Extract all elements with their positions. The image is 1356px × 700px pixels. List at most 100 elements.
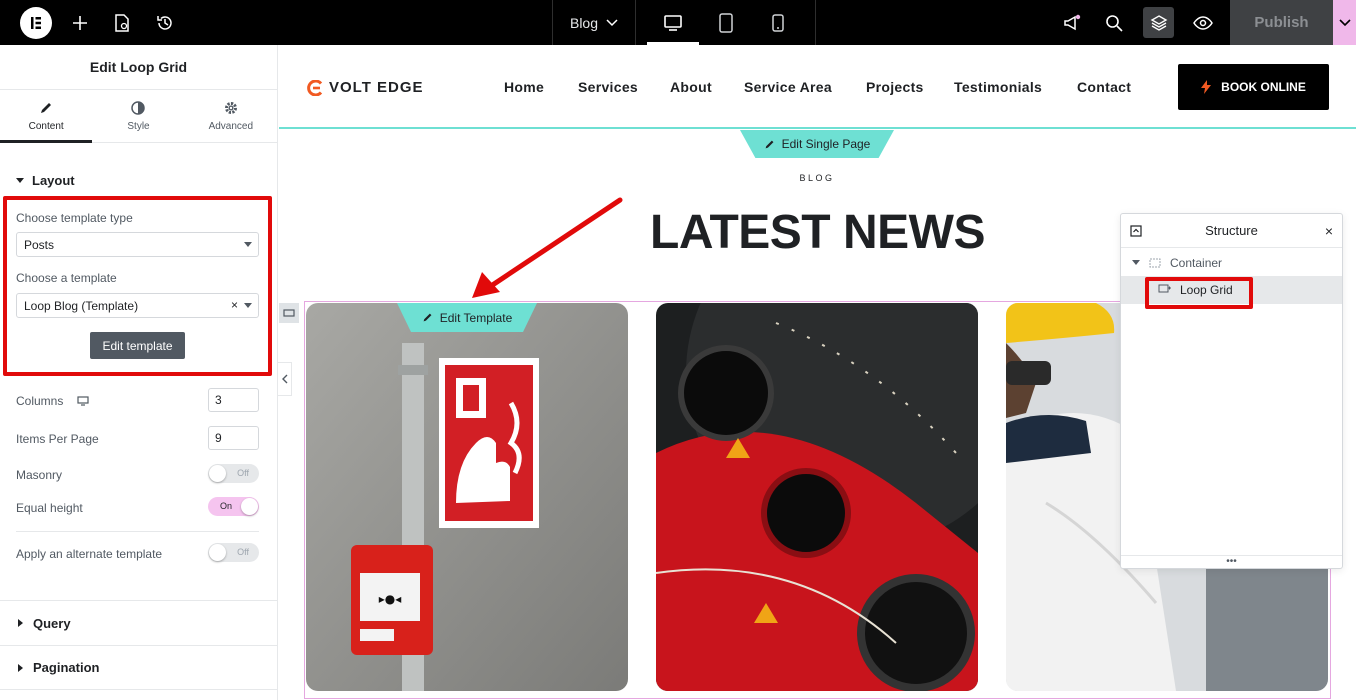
structure-title: Structure — [1205, 223, 1258, 238]
equal-height-toggle[interactable]: On — [208, 497, 259, 516]
items-per-page-label: Items Per Page — [16, 432, 99, 446]
query-heading: Query — [33, 615, 71, 631]
divider — [16, 531, 259, 532]
nav-service-area[interactable]: Service Area — [744, 79, 832, 95]
columns-label: Columns — [16, 394, 64, 408]
site-logo[interactable]: VOLT EDGE — [307, 79, 424, 96]
tab-style[interactable]: Style — [92, 90, 184, 142]
columns-input[interactable]: 3 — [208, 388, 259, 412]
caret-down-icon — [16, 177, 24, 183]
masonry-label: Masonry — [16, 468, 63, 482]
equal-height-state: On — [220, 501, 233, 511]
nav-services[interactable]: Services — [578, 79, 638, 95]
site-header: VOLT EDGE Home Services About Service Ar… — [279, 45, 1356, 129]
nav-projects[interactable]: Projects — [866, 79, 924, 95]
pencil-icon — [765, 140, 774, 148]
items-per-page-input[interactable]: 9 — [208, 426, 259, 450]
layout-heading: Layout — [32, 173, 75, 188]
dock-panel-icon[interactable] — [1130, 225, 1142, 237]
mobile-device-icon[interactable] — [762, 0, 794, 45]
svg-text:▸●◂: ▸●◂ — [379, 592, 402, 606]
nav-home[interactable]: Home — [504, 79, 544, 95]
alternate-template-toggle[interactable]: Off — [208, 543, 259, 562]
tab-content[interactable]: Content — [0, 90, 92, 142]
tab-style-label: Style — [127, 120, 150, 132]
structure-item-label: Container — [1170, 256, 1223, 270]
caret-right-icon — [18, 663, 23, 672]
page-settings-icon[interactable] — [108, 0, 136, 45]
elementor-logo-icon — [20, 6, 52, 39]
pencil-icon — [423, 313, 432, 322]
editor-topbar: Blog Publish — [0, 0, 1356, 45]
tab-advanced-label: Advanced — [208, 120, 254, 132]
publish-button[interactable]: Publish — [1230, 0, 1333, 45]
caret-right-icon — [18, 619, 23, 627]
page-selector-label: Blog — [569, 14, 599, 31]
edit-template-overlay-label: Edit Template — [439, 310, 513, 325]
panel-tabs: Content Style Advanced — [0, 90, 277, 143]
blog-kicker: BLOG — [799, 173, 835, 183]
structure-panel: Structure × Container Loop Grid ••• — [1120, 213, 1343, 569]
preview-eye-icon[interactable] — [1189, 0, 1217, 45]
gear-icon — [224, 101, 237, 114]
container-icon — [1149, 258, 1161, 268]
nav-testimonials[interactable]: Testimonials — [954, 79, 1042, 95]
toggle-knob — [241, 498, 258, 515]
alternate-template-state: Off — [237, 547, 249, 557]
nav-contact[interactable]: Contact — [1077, 79, 1131, 95]
pagination-heading: Pagination — [33, 660, 100, 675]
publish-options-button[interactable] — [1333, 0, 1356, 45]
masonry-state: Off — [237, 468, 249, 478]
elementor-logo-button[interactable] — [18, 0, 54, 45]
lightning-bolt-icon — [1201, 80, 1212, 94]
book-online-button[interactable]: BOOK ONLINE — [1178, 64, 1329, 110]
tablet-device-icon[interactable] — [710, 0, 742, 45]
tab-content-label: Content — [28, 120, 64, 132]
add-element-icon[interactable] — [66, 0, 94, 45]
collapse-panel-button[interactable] — [278, 362, 292, 396]
masonry-toggle[interactable]: Off — [208, 464, 259, 483]
history-icon[interactable] — [151, 0, 179, 45]
chevron-down-icon — [1338, 18, 1351, 26]
pencil-icon — [41, 102, 52, 113]
edit-template-overlay-button[interactable]: Edit Template — [397, 303, 537, 332]
search-icon[interactable] — [1100, 0, 1128, 45]
notifications-megaphone-icon[interactable] — [1058, 0, 1086, 45]
highlight-annotation-box — [1145, 277, 1253, 309]
page-selector[interactable]: Blog — [553, 0, 635, 45]
structure-item-container[interactable]: Container — [1121, 249, 1342, 277]
loop-grid-handle-icon[interactable] — [279, 303, 299, 323]
edit-single-page-button[interactable]: Edit Single Page — [740, 130, 894, 158]
layout-section-toggle[interactable]: Layout — [16, 173, 75, 188]
post-card-image-fire-alarm[interactable]: ▸●◂ — [306, 303, 628, 691]
highlight-annotation-box — [3, 196, 272, 376]
half-circle-icon — [131, 100, 146, 115]
desktop-device-icon[interactable] — [647, 0, 699, 45]
active-tab-indicator — [0, 140, 92, 143]
resize-handle[interactable]: ••• — [1121, 555, 1342, 568]
book-online-label: BOOK ONLINE — [1221, 80, 1306, 94]
toggle-knob — [209, 544, 226, 561]
latest-news-heading: LATEST NEWS — [650, 206, 985, 259]
tab-advanced[interactable]: Advanced — [185, 90, 277, 142]
edit-single-page-label: Edit Single Page — [781, 137, 871, 151]
volt-edge-logo-icon — [307, 79, 323, 96]
chevron-down-icon — [606, 18, 618, 26]
brand-name: VOLT EDGE — [329, 79, 424, 96]
annotation-arrow — [472, 197, 623, 298]
chevron-left-icon — [281, 374, 287, 384]
columns-label-row: Columns — [16, 394, 89, 408]
toggle-knob — [209, 465, 226, 482]
structure-layers-icon[interactable] — [1143, 7, 1174, 38]
desktop-responsive-icon[interactable] — [77, 396, 89, 406]
alternate-template-label: Apply an alternate template — [16, 547, 163, 561]
equal-height-label: Equal height — [16, 501, 83, 515]
caret-down-icon[interactable] — [1132, 260, 1140, 266]
query-section-toggle[interactable]: Query — [0, 600, 277, 645]
nav-about[interactable]: About — [670, 79, 712, 95]
post-card-image-multimeter[interactable] — [656, 303, 978, 691]
panel-title: Edit Loop Grid — [0, 45, 277, 90]
widget-settings-panel: Edit Loop Grid Content Style Advanced La… — [0, 45, 278, 700]
close-icon[interactable]: × — [1325, 223, 1333, 239]
pagination-section-toggle[interactable]: Pagination — [0, 645, 277, 690]
